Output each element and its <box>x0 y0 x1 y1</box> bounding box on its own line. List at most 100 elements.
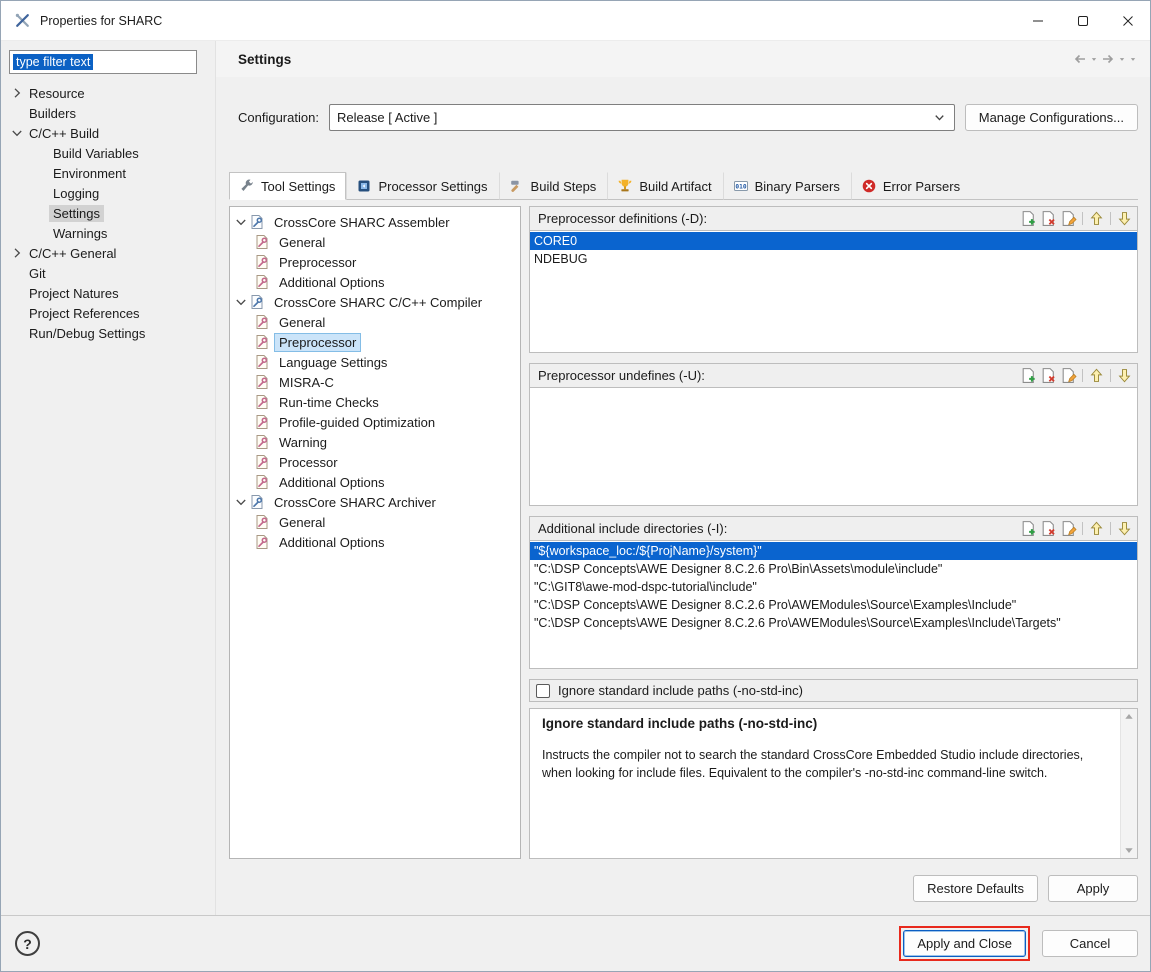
tree-item-misra-c[interactable]: MISRA-C <box>233 372 520 392</box>
tree-item-warning[interactable]: Warning <box>233 432 520 452</box>
move-down-icon[interactable] <box>1116 210 1133 227</box>
sidebar-item-environment[interactable]: Environment <box>33 163 215 183</box>
includes-list[interactable]: "${workspace_loc:/${ProjName}/system}" "… <box>529 541 1138 669</box>
move-up-icon[interactable] <box>1088 520 1105 537</box>
tree-item-archiver-general[interactable]: General <box>233 512 520 532</box>
tree-item-compiler-preprocessor[interactable]: Preprocessor <box>233 332 520 352</box>
apply-button[interactable]: Apply <box>1048 875 1138 902</box>
sidebar-item-git[interactable]: Git <box>9 263 215 283</box>
sidebar-item-builders[interactable]: Builders <box>9 103 215 123</box>
tool-page-icon <box>254 414 270 430</box>
edit-icon[interactable] <box>1060 367 1077 384</box>
tree-item-archiver-additional-options[interactable]: Additional Options <box>233 532 520 552</box>
sidebar-item-project-natures[interactable]: Project Natures <box>9 283 215 303</box>
cancel-button[interactable]: Cancel <box>1042 930 1138 957</box>
edit-icon[interactable] <box>1060 210 1077 227</box>
tree-item-assembler-additional-options[interactable]: Additional Options <box>233 272 520 292</box>
sidebar-item-cpp-build[interactable]: C/C++ Build <box>9 123 215 143</box>
forward-dropdown-icon[interactable] <box>1117 51 1127 67</box>
sidebar-item-run-debug-settings[interactable]: Run/Debug Settings <box>9 323 215 343</box>
add-icon[interactable] <box>1020 520 1037 537</box>
sidebar-item-label: Run/Debug Settings <box>25 325 149 342</box>
chevron-down-icon[interactable] <box>233 294 249 310</box>
includes-label: Additional include directories (-I): <box>538 521 727 536</box>
view-menu-icon[interactable] <box>1128 51 1138 67</box>
sidebar-item-settings[interactable]: Settings <box>33 203 215 223</box>
tree-item-assembler[interactable]: CrossCore SHARC Assembler <box>233 212 520 232</box>
add-icon[interactable] <box>1020 210 1037 227</box>
window-title: Properties for SHARC <box>40 14 162 28</box>
list-item[interactable]: "${workspace_loc:/${ProjName}/system}" <box>530 542 1137 560</box>
sidebar-item-warnings[interactable]: Warnings <box>33 223 215 243</box>
sidebar-item-label: Git <box>25 265 50 282</box>
tab-tool-settings[interactable]: Tool Settings <box>229 172 346 200</box>
binary-icon <box>733 178 749 194</box>
move-up-icon[interactable] <box>1088 210 1105 227</box>
list-item[interactable]: "C:\GIT8\awe-mod-dspc-tutorial\include" <box>530 578 1137 596</box>
ignore-std-inc-checkbox[interactable] <box>536 684 550 698</box>
list-item[interactable]: "C:\DSP Concepts\AWE Designer 8.C.2.6 Pr… <box>530 560 1137 578</box>
delete-icon[interactable] <box>1040 367 1057 384</box>
error-icon <box>861 178 877 194</box>
sidebar-item-project-references[interactable]: Project References <box>9 303 215 323</box>
minimize-button[interactable] <box>1015 1 1060 40</box>
tab-processor-settings[interactable]: Processor Settings <box>346 172 498 200</box>
add-icon[interactable] <box>1020 367 1037 384</box>
edit-icon[interactable] <box>1060 520 1077 537</box>
tree-item-profile-guided-optimization[interactable]: Profile-guided Optimization <box>233 412 520 432</box>
chevron-right-icon[interactable] <box>9 85 25 101</box>
restore-defaults-button[interactable]: Restore Defaults <box>913 875 1038 902</box>
move-up-icon[interactable] <box>1088 367 1105 384</box>
tab-build-steps[interactable]: Build Steps <box>499 172 608 200</box>
sidebar-item-build-variables[interactable]: Build Variables <box>33 143 215 163</box>
apply-and-close-button[interactable]: Apply and Close <box>903 930 1026 957</box>
filter-input[interactable]: type filter text <box>9 50 197 74</box>
configuration-select[interactable]: Release [ Active ] <box>329 104 955 131</box>
forward-arrow-icon[interactable] <box>1100 51 1116 67</box>
tree-item-assembler-general[interactable]: General <box>233 232 520 252</box>
chevron-right-icon[interactable] <box>9 245 25 261</box>
annotation-highlight-box: Apply and Close <box>899 926 1030 961</box>
list-item[interactable]: NDEBUG <box>530 250 1137 268</box>
move-down-icon[interactable] <box>1116 520 1133 537</box>
chevron-down-icon[interactable] <box>233 494 249 510</box>
tree-item-run-time-checks[interactable]: Run-time Checks <box>233 392 520 412</box>
list-item[interactable]: "C:\DSP Concepts\AWE Designer 8.C.2.6 Pr… <box>530 596 1137 614</box>
tab-label: Error Parsers <box>883 179 960 194</box>
tree-item-archiver[interactable]: CrossCore SHARC Archiver <box>233 492 520 512</box>
definitions-list[interactable]: CORE0 NDEBUG <box>529 231 1138 353</box>
tree-item-compiler[interactable]: CrossCore SHARC C/C++ Compiler <box>233 292 520 312</box>
tree-item-compiler-additional-options[interactable]: Additional Options <box>233 472 520 492</box>
tab-error-parsers[interactable]: Error Parsers <box>851 172 971 200</box>
manage-configurations-button[interactable]: Manage Configurations... <box>965 104 1138 131</box>
scroll-down-icon[interactable] <box>1122 843 1136 857</box>
sidebar-item-label: Project Natures <box>25 285 123 302</box>
chevron-down-icon[interactable] <box>233 214 249 230</box>
close-button[interactable] <box>1105 1 1150 40</box>
tree-item-language-settings[interactable]: Language Settings <box>233 352 520 372</box>
back-arrow-icon[interactable] <box>1072 51 1088 67</box>
delete-icon[interactable] <box>1040 210 1057 227</box>
tree-item-assembler-preprocessor[interactable]: Preprocessor <box>233 252 520 272</box>
delete-icon[interactable] <box>1040 520 1057 537</box>
sidebar-item-resource[interactable]: Resource <box>9 83 215 103</box>
undefines-list[interactable] <box>529 388 1138 506</box>
list-item[interactable]: CORE0 <box>530 232 1137 250</box>
sidebar-item-logging[interactable]: Logging <box>33 183 215 203</box>
trophy-icon <box>617 178 633 194</box>
tab-build-artifact[interactable]: Build Artifact <box>607 172 722 200</box>
back-dropdown-icon[interactable] <box>1089 51 1099 67</box>
tree-item-processor[interactable]: Processor <box>233 452 520 472</box>
tab-binary-parsers[interactable]: Binary Parsers <box>723 172 851 200</box>
list-item[interactable]: "C:\DSP Concepts\AWE Designer 8.C.2.6 Pr… <box>530 614 1137 632</box>
chevron-down-icon[interactable] <box>9 125 25 141</box>
maximize-button[interactable] <box>1060 1 1105 40</box>
scrollbar[interactable] <box>1120 709 1137 858</box>
tree-item-compiler-general[interactable]: General <box>233 312 520 332</box>
chevron-down-icon <box>932 110 947 125</box>
help-button[interactable]: ? <box>15 931 40 956</box>
sidebar-item-cpp-general[interactable]: C/C++ General <box>9 243 215 263</box>
preprocessor-undefines-section: Preprocessor undefines (-U): <box>529 363 1138 506</box>
move-down-icon[interactable] <box>1116 367 1133 384</box>
scroll-up-icon[interactable] <box>1122 710 1136 724</box>
